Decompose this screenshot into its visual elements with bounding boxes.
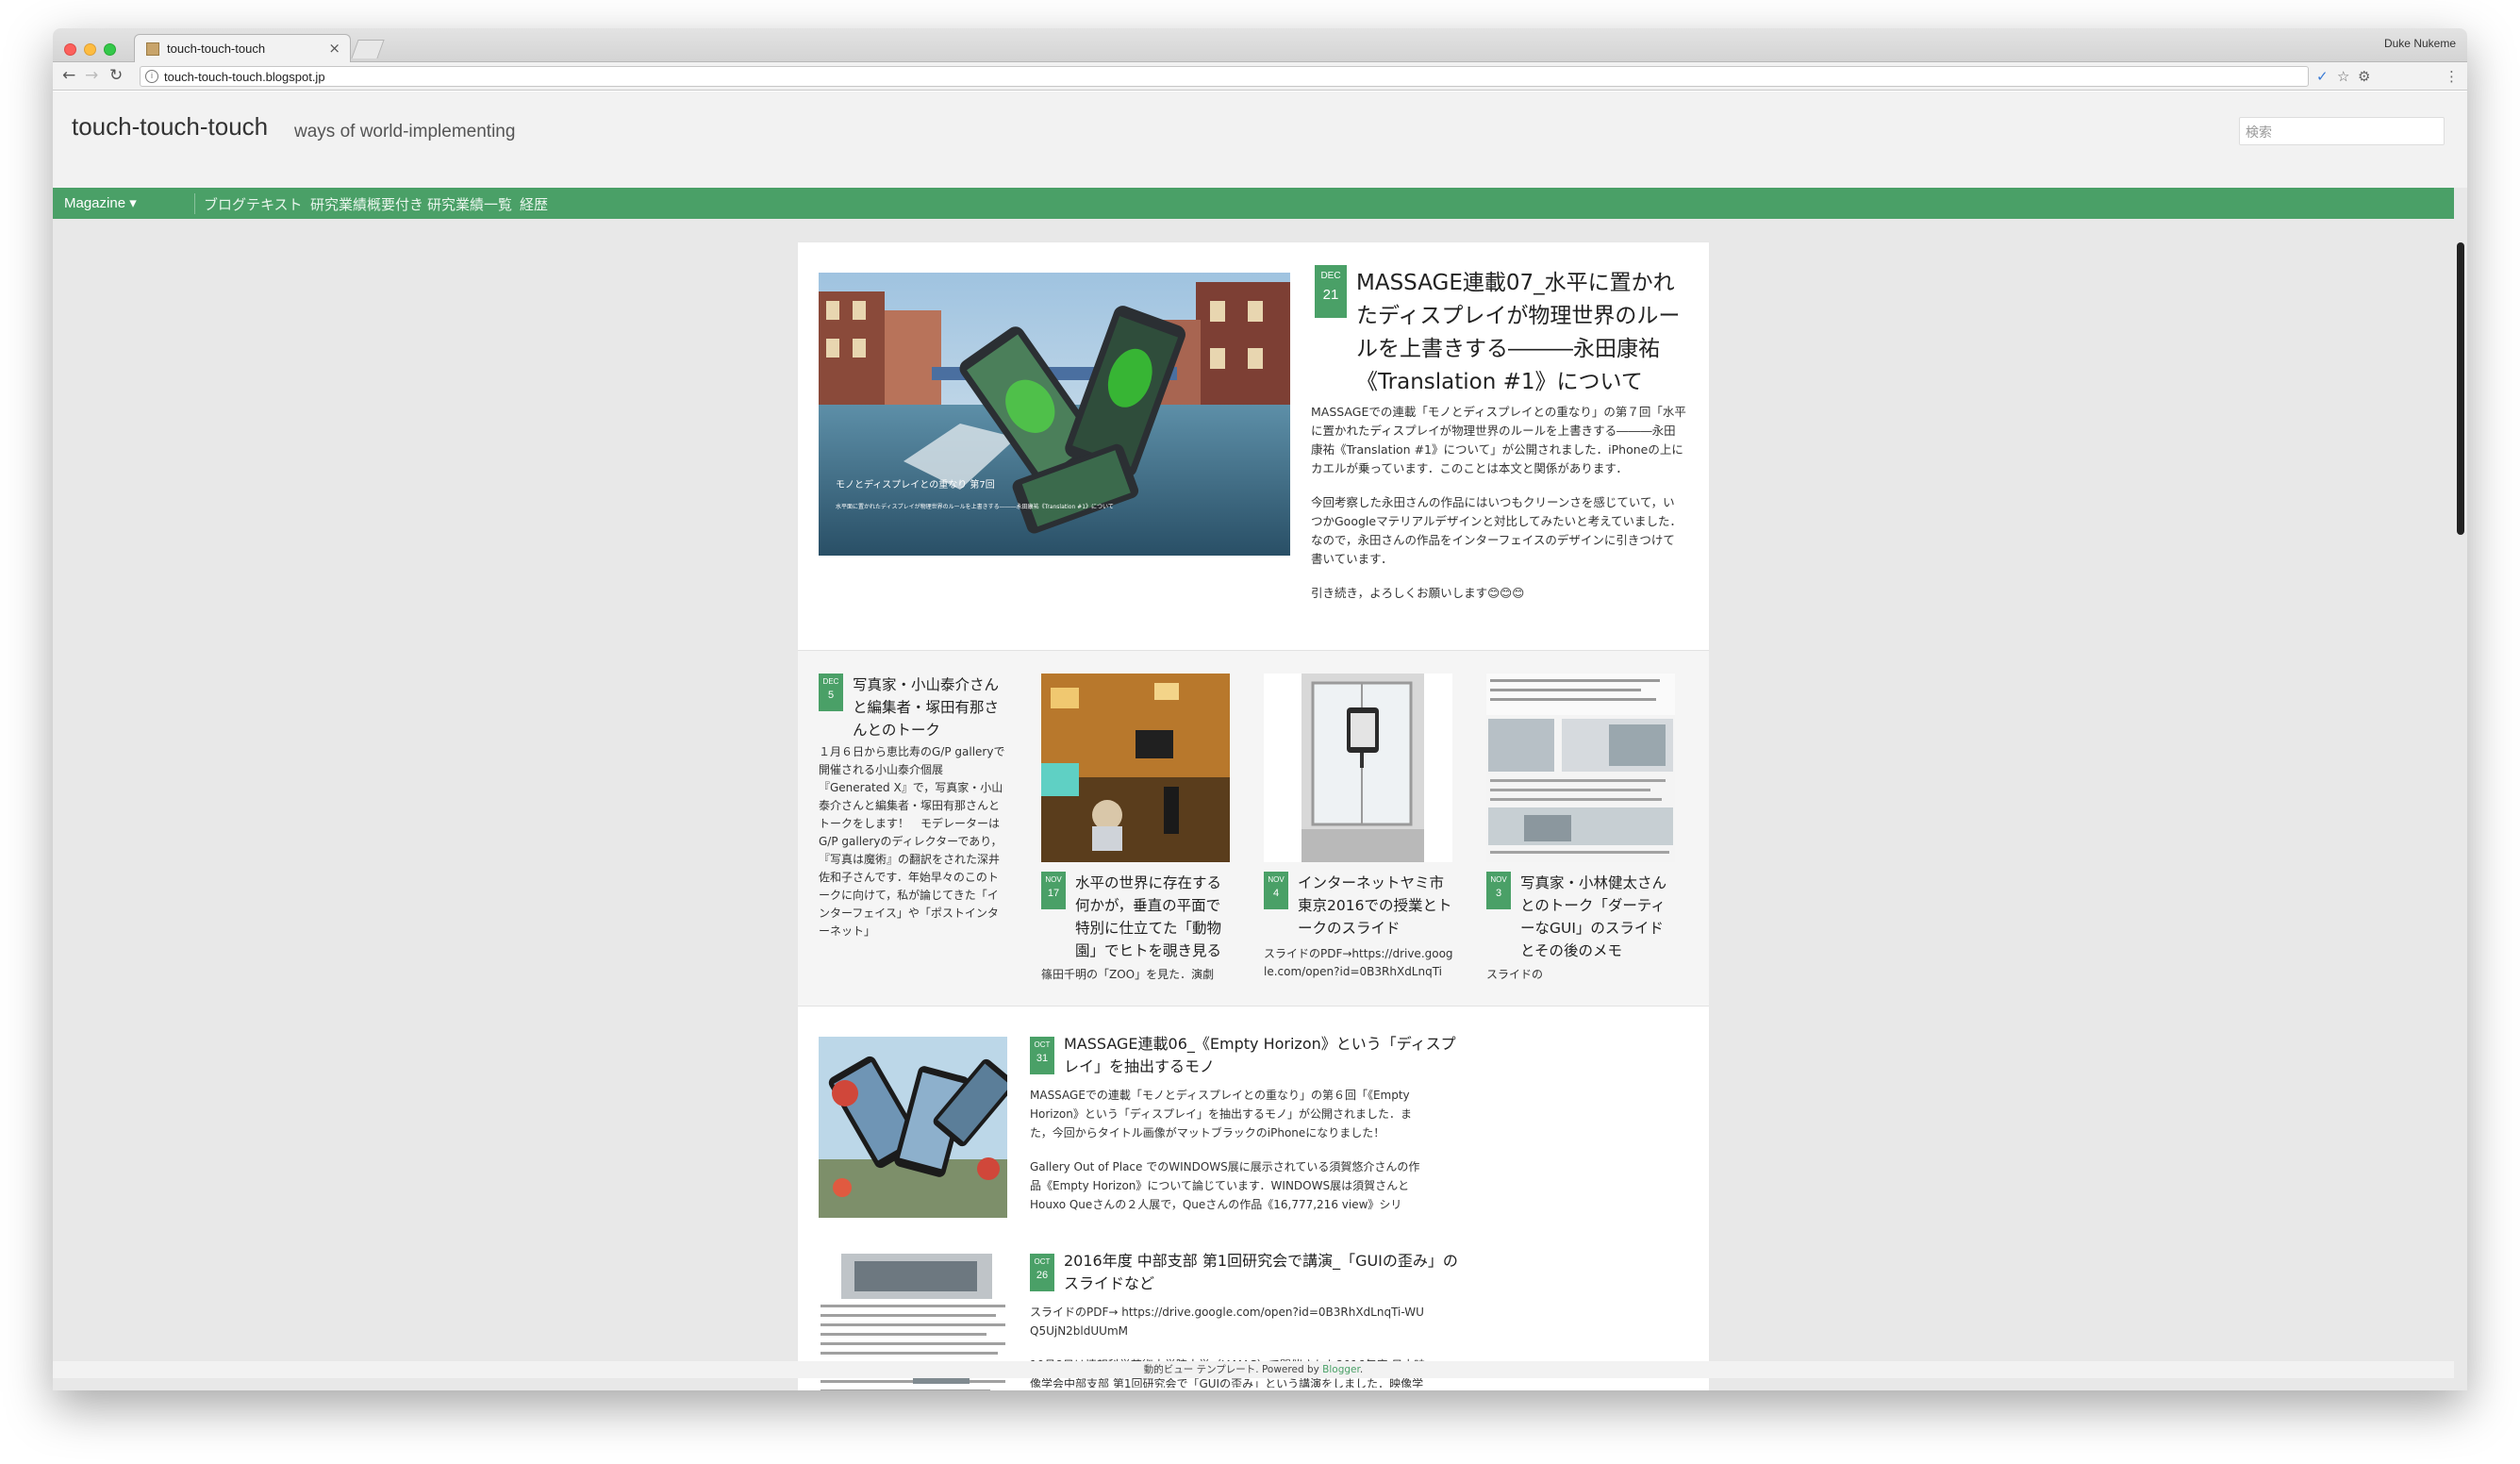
post-card-excerpt: スライドの (1486, 968, 1544, 981)
scrollbar-thumb[interactable] (2457, 242, 2464, 535)
date-day: 17 (1047, 888, 1060, 899)
window-maximize-button[interactable] (104, 43, 116, 56)
footer-text: 動的ビュー テンプレート. Powered by (1143, 1364, 1323, 1375)
extension-v-icon[interactable]: ✓ (2316, 68, 2329, 85)
page-viewport: touch-touch-touch ways of world-implemen… (53, 92, 2467, 1390)
blog-navbar: Magazine ▾ ブログテキスト 研究業績概要付き 研究業績一覧 経歴 (53, 188, 2454, 219)
date-month: OCT (1034, 1257, 1051, 1266)
featured-image-caption-sub: 水平面に置かれたディスプレイが物理世界のルールを上書きする―――永田康祐《Tra… (836, 503, 1114, 510)
page-footer: 動的ビュー テンプレート. Powered by Blogger. (53, 1361, 2454, 1378)
post-grid-row: DEC 5 写真家・小山泰介さんと編集者・塚田有那さんとのトーク １月６日から恵… (798, 650, 1709, 1006)
post-card-title[interactable]: 写真家・小林健太さんとのトーク「ダーティーなGUI」のスライドとその後のメモ (1520, 872, 1677, 962)
tab-close-icon[interactable]: × (328, 40, 340, 57)
tab-bar: touch-touch-touch × Duke Nukeme (53, 28, 2467, 62)
post-card-thumbnail[interactable] (1264, 674, 1452, 862)
post-card-excerpt: 篠田千明の「ZOO」を見た．演劇 (1041, 968, 1215, 981)
featured-post-title[interactable]: MASSAGE連載07_水平に置かれたディスプレイが物理世界のルールを上書きする… (1356, 267, 1686, 399)
date-badge: NOV 17 (1041, 872, 1066, 909)
extension-gear-icon[interactable]: ⚙ (2358, 68, 2370, 85)
featured-post-image[interactable]: モノとディスプレイとの重なり 第7回 水平面に置かれたディスプレイが物理世界のル… (819, 273, 1290, 556)
date-month: DEC (822, 677, 839, 686)
new-tab-button[interactable] (351, 40, 385, 58)
date-day: 3 (1495, 888, 1502, 899)
window-minimize-button[interactable] (84, 43, 96, 56)
magazine-content: モノとディスプレイとの重なり 第7回 水平面に置かれたディスプレイが物理世界のル… (798, 242, 1709, 1390)
view-selector-dropdown[interactable]: Magazine ▾ (64, 194, 137, 211)
featured-post-excerpt: MASSAGEでの連載「モノとディスプレイとの重なり」の第７回「水平に置かれたデ… (1311, 403, 1686, 618)
tab-title: touch-touch-touch (167, 42, 266, 56)
featured-post: モノとディスプレイとの重なり 第7回 水平面に置かれたディスプレイが物理世界のル… (798, 242, 1709, 650)
post-card-excerpt: １月６日から恵比寿のG/P galleryで開催される小山泰介個展『Genera… (819, 745, 1005, 938)
nav-link-research-summary[interactable]: 研究業績概要付き (310, 194, 423, 214)
list-post-thumbnail[interactable] (819, 1037, 1007, 1218)
window-close-button[interactable] (64, 43, 76, 56)
excerpt-paragraph: 引き続き，よろしくお願いします😊😊😊 (1311, 586, 1525, 600)
favicon-icon (146, 42, 159, 56)
featured-image-caption-title: モノとディスプレイとの重なり 第7回 (836, 478, 995, 491)
date-badge: NOV 4 (1264, 872, 1288, 909)
date-day: 26 (1036, 1270, 1049, 1281)
menu-dots-icon[interactable]: ⋮ (2445, 68, 2459, 85)
date-month: DEC (1320, 271, 1341, 281)
excerpt-paragraph: MASSAGEでの連載「モノとディスプレイとの重なり」の第７回「水平に置かれたデ… (1311, 405, 1686, 475)
post-card-thumbnail[interactable] (1486, 674, 1675, 862)
browser-window: touch-touch-touch × Duke Nukeme ← → ↻ i … (53, 28, 2467, 1390)
date-month: NOV (1045, 875, 1062, 884)
date-badge: DEC 5 (819, 674, 843, 711)
reload-icon[interactable]: ↻ (109, 66, 123, 85)
browser-tab[interactable]: touch-touch-touch × (134, 34, 351, 62)
date-month: NOV (1490, 875, 1507, 884)
nav-link-research-list[interactable]: 研究業績一覧 (427, 194, 512, 214)
list-post-title[interactable]: MASSAGE連載06_《Empty Horizon》という「ディスプレイ」を抽… (1064, 1033, 1460, 1078)
date-badge: NOV 3 (1486, 872, 1511, 909)
blog-description: ways of world-implementing (294, 122, 516, 141)
url-text[interactable]: touch-touch-touch.blogspot.jp (164, 70, 325, 84)
date-day: 31 (1036, 1053, 1049, 1064)
address-bar[interactable]: i touch-touch-touch.blogspot.jp (140, 66, 2309, 87)
list-post-title[interactable]: 2016年度 中部支部 第1回研究会で講演_「GUIの歪み」のスライドなど (1064, 1250, 1460, 1295)
blog-title[interactable]: touch-touch-touch (72, 112, 268, 141)
footer-period: . (1359, 1364, 1364, 1375)
nav-link-blog-text[interactable]: ブログテキスト (204, 194, 303, 214)
post-card-thumbnail[interactable] (1041, 674, 1230, 862)
blog-header: touch-touch-touch ways of world-implemen… (53, 92, 2467, 188)
excerpt-paragraph: スライドのPDF→ https://drive.google.com/open?… (1030, 1306, 1424, 1338)
date-month: OCT (1034, 1040, 1051, 1049)
post-card[interactable]: NOV 17 水平の世界に存在する何かが，垂直の平面で特別に仕立てた「動物園」で… (1041, 674, 1234, 994)
excerpt-paragraph: MASSAGEでの連載「モノとディスプレイとの重なり」の第６回「《Empty H… (1030, 1089, 1413, 1140)
post-card[interactable]: DEC 5 写真家・小山泰介さんと編集者・塚田有那さんとのトーク １月６日から恵… (819, 674, 1011, 994)
bookmark-star-icon[interactable]: ☆ (2337, 68, 2349, 85)
nav-divider (194, 193, 195, 214)
info-icon[interactable]: i (145, 70, 158, 83)
post-list: OCT 31 MASSAGE連載06_《Empty Horizon》という「ディ… (798, 1006, 1709, 1390)
footer-blogger-link[interactable]: Blogger (1322, 1364, 1360, 1375)
nav-link-career[interactable]: 経歴 (520, 194, 548, 214)
post-card-title[interactable]: 水平の世界に存在する何かが，垂直の平面で特別に仕立てた「動物園」でヒトを覗き見る (1075, 872, 1232, 962)
excerpt-paragraph: Gallery Out of Place でのWINDOWS展に展示されている須… (1030, 1160, 1420, 1211)
profile-name[interactable]: Duke Nukeme (2384, 37, 2456, 50)
date-day: 4 (1272, 888, 1280, 899)
search-input[interactable]: 検索 (2239, 117, 2445, 145)
back-arrow-icon[interactable]: ← (62, 66, 75, 85)
date-day: 21 (1322, 287, 1339, 303)
list-post-excerpt: MASSAGEでの連載「モノとディスプレイとの重なり」の第６回「《Empty H… (1030, 1086, 1426, 1218)
date-badge: OCT 26 (1030, 1254, 1054, 1291)
post-card-title[interactable]: 写真家・小山泰介さんと編集者・塚田有那さんとのトーク (853, 674, 1009, 741)
browser-toolbar: ← → ↻ i touch-touch-touch.blogspot.jp ✓ … (53, 62, 2467, 91)
forward-arrow-icon[interactable]: → (85, 66, 98, 85)
post-card-title[interactable]: インターネットヤミ市東京2016での授業とトークのスライド (1298, 872, 1454, 940)
date-badge: DEC 21 (1315, 265, 1347, 318)
date-month: NOV (1268, 875, 1285, 884)
date-badge: OCT 31 (1030, 1037, 1054, 1074)
date-day: 5 (827, 690, 835, 701)
post-card[interactable]: NOV 3 写真家・小林健太さんとのトーク「ダーティーなGUI」のスライドとその… (1486, 674, 1679, 994)
post-card[interactable]: NOV 4 インターネットヤミ市東京2016での授業とトークのスライド スライド… (1264, 674, 1456, 994)
post-card-excerpt: スライドのPDF→https://drive.google.com/open?i… (1264, 947, 1453, 978)
excerpt-paragraph: 今回考察した永田さんの作品にはいつもクリーンさを感じていて，いつかGoogleマ… (1311, 495, 1682, 566)
